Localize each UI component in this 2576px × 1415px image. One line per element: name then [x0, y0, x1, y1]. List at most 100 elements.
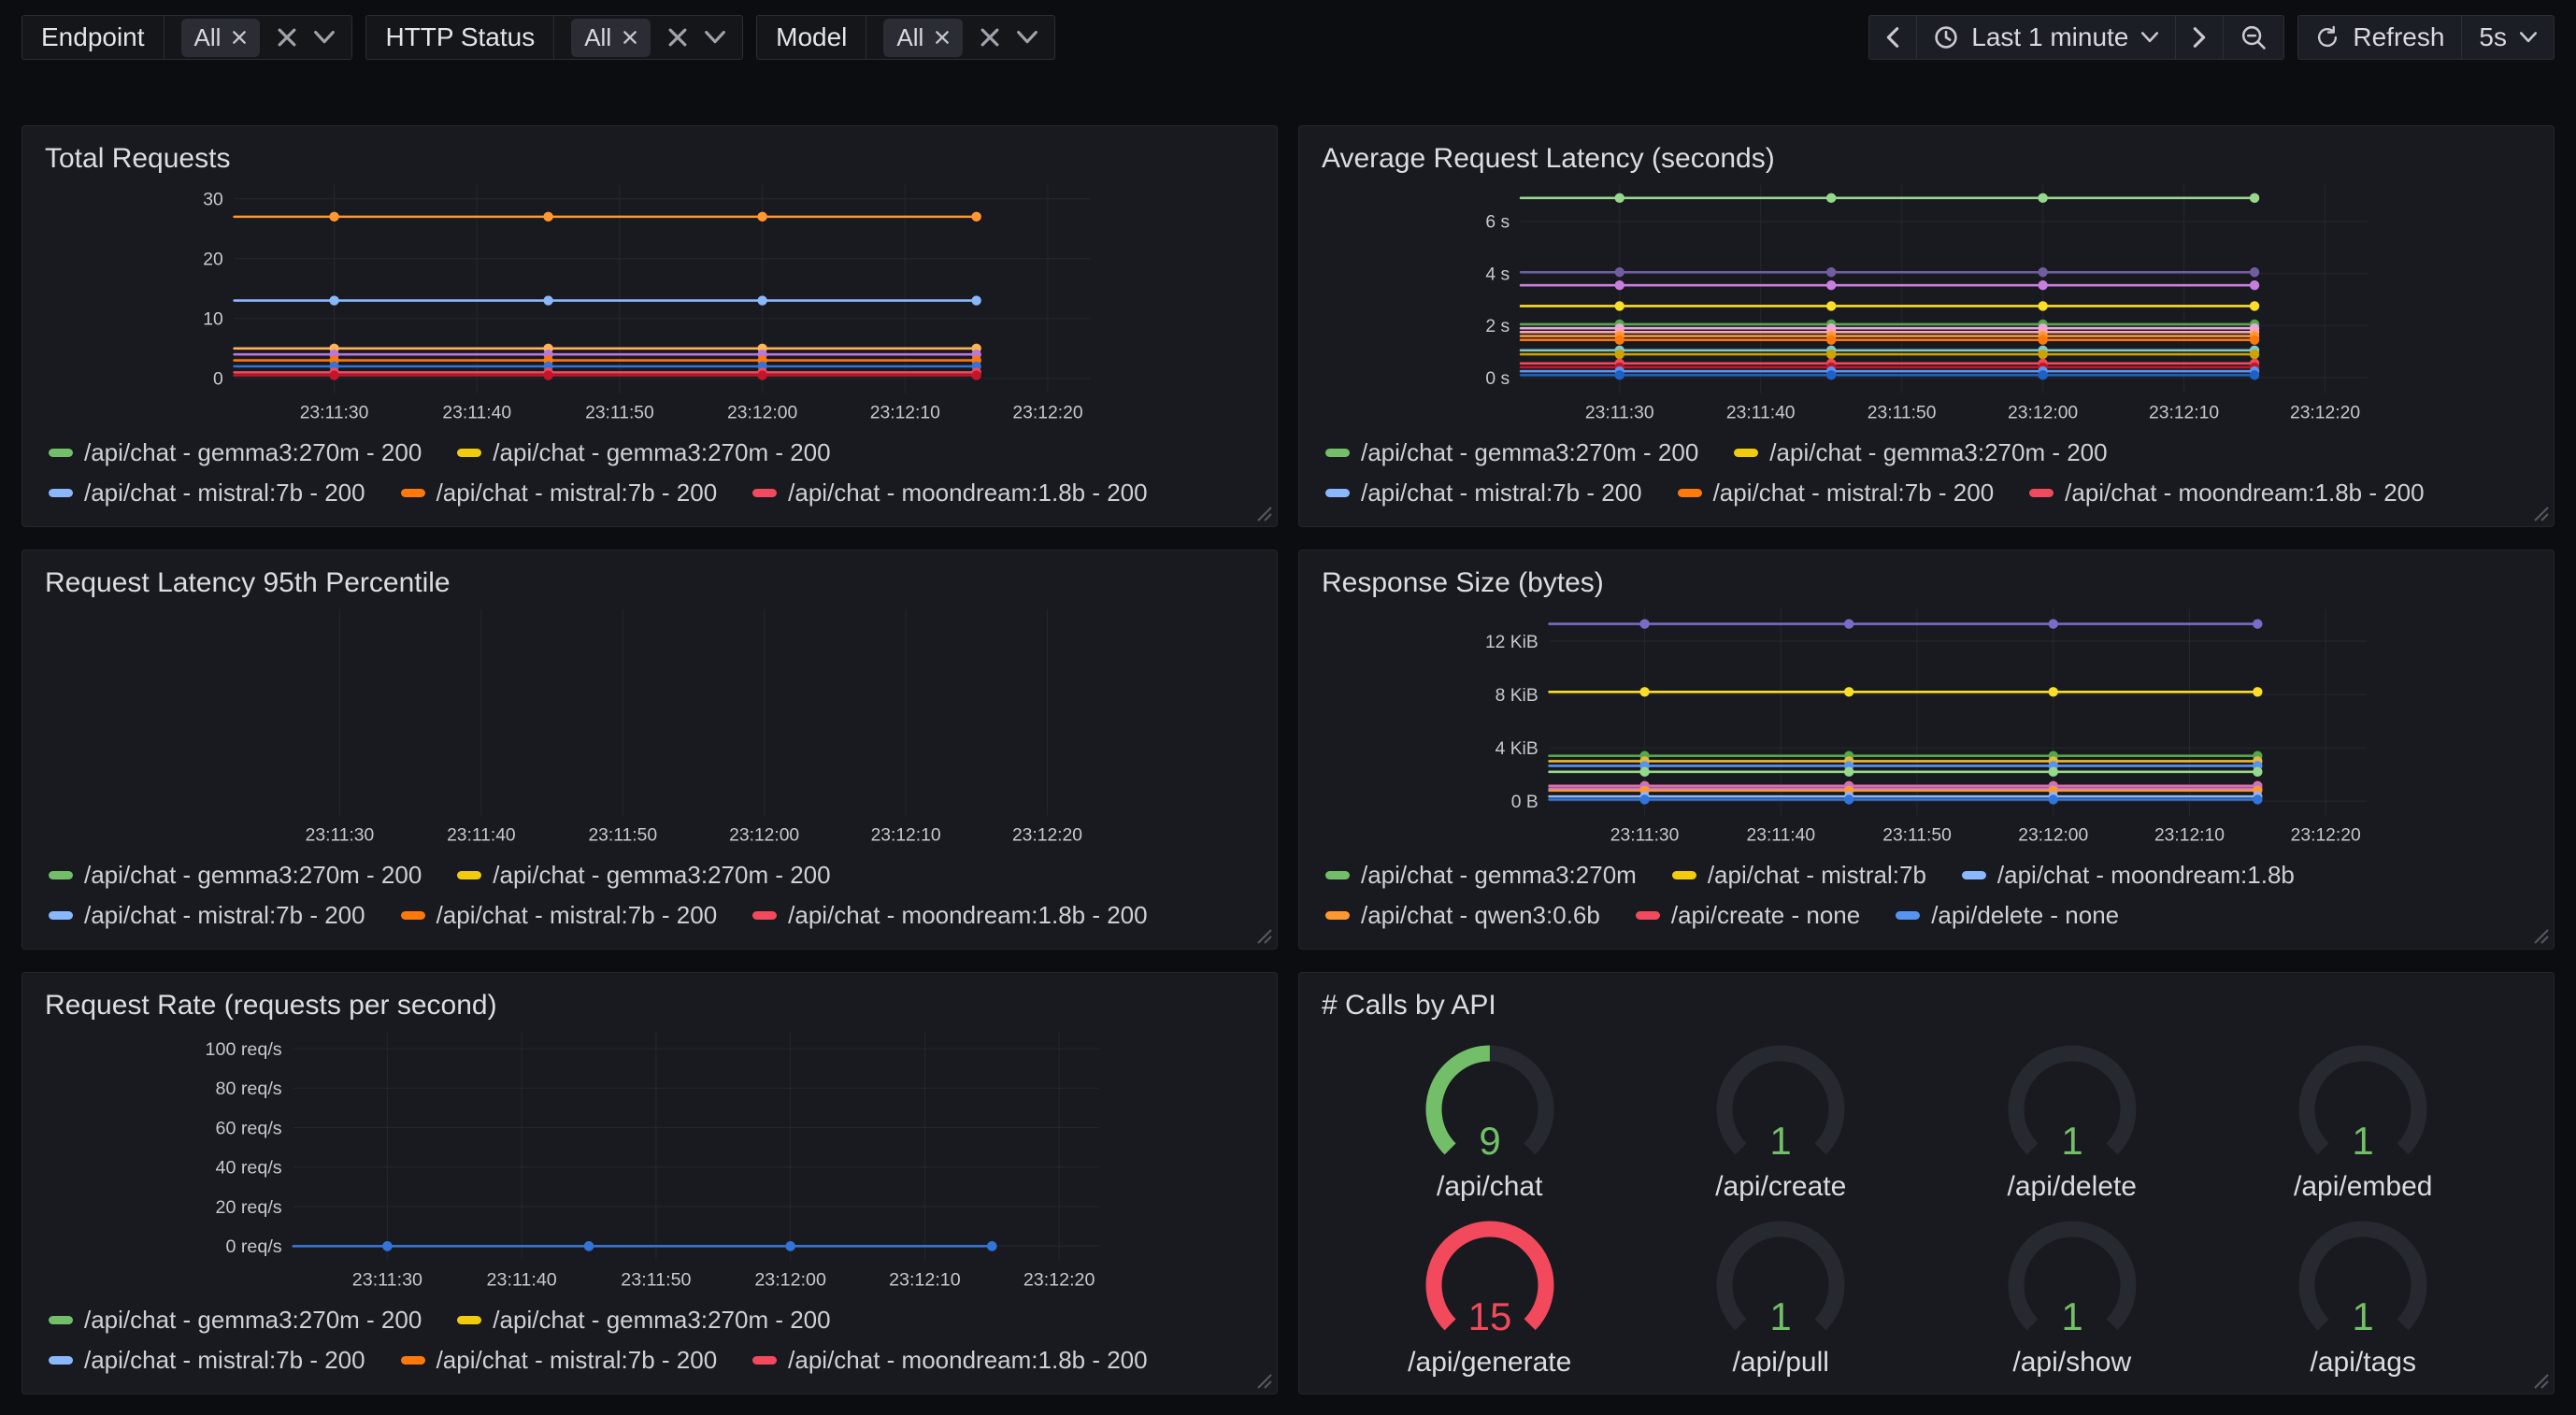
svg-text:23:11:50: 23:11:50	[1868, 404, 1937, 423]
panel-request-rate: Request Rate (requests per second) 23:11…	[21, 972, 1278, 1394]
panel-title[interactable]: # Calls by API	[1322, 990, 2537, 1022]
svg-text:9: 9	[1479, 1119, 1500, 1163]
chart-canvas[interactable]: 23:11:3023:11:4023:11:5023:12:0023:12:10…	[39, 601, 1260, 848]
legend-swatch	[457, 871, 481, 879]
refresh-group: Refresh 5s	[2297, 15, 2555, 60]
legend-item[interactable]: /api/chat - mistral:7b	[1672, 861, 1926, 890]
legend-item[interactable]: /api/chat - gemma3:270m - 200	[457, 1306, 830, 1335]
legend-row: /api/chat - mistral:7b - 200/api/chat - …	[1325, 479, 2537, 507]
legend-item[interactable]: /api/create - none	[1636, 901, 1860, 930]
filter-clear-icon[interactable]	[277, 27, 297, 48]
gauge-label: /api/delete	[2008, 1171, 2137, 1203]
panel-resize-handle[interactable]	[1257, 507, 1272, 522]
svg-text:23:12:20: 23:12:20	[2291, 826, 2361, 846]
panel-title[interactable]: Request Latency 95th Percentile	[45, 567, 1260, 599]
zoom-out-button[interactable]	[2223, 16, 2283, 59]
svg-text:23:12:10: 23:12:10	[2149, 404, 2219, 423]
legend-item[interactable]: /api/chat - moondream:1.8b - 200	[752, 479, 1147, 507]
legend-item[interactable]: /api/chat - moondream:1.8b - 200	[752, 901, 1147, 930]
legend-label: /api/chat - moondream:1.8b - 200	[2065, 479, 2424, 507]
legend-item[interactable]: /api/chat - mistral:7b - 200	[49, 1346, 365, 1375]
legend-item[interactable]: /api/chat - mistral:7b - 200	[401, 901, 718, 930]
time-forward-button[interactable]	[2175, 16, 2223, 59]
legend-item[interactable]: /api/chat - gemma3:270m - 200	[457, 438, 830, 467]
svg-text:23:11:30: 23:11:30	[300, 404, 369, 423]
svg-text:1: 1	[1770, 1119, 1792, 1163]
legend-row: /api/chat - mistral:7b - 200/api/chat - …	[49, 1346, 1260, 1375]
panel-resize-handle[interactable]	[1257, 1374, 1272, 1389]
time-range-picker[interactable]: Last 1 minute	[1916, 16, 2175, 59]
gauge-api-delete: 1/api/delete	[1973, 1027, 2171, 1203]
legend-label: /api/chat - gemma3:270m - 200	[1769, 438, 2107, 467]
legend-swatch	[752, 911, 777, 920]
filter-clear-icon[interactable]	[980, 27, 1000, 48]
legend-item[interactable]: /api/chat - moondream:1.8b	[1962, 861, 2295, 890]
legend-row: /api/chat - gemma3:270m/api/chat - mistr…	[1325, 861, 2537, 890]
legend-label: /api/create - none	[1671, 901, 1860, 930]
svg-text:23:12:10: 23:12:10	[2154, 826, 2225, 846]
chevron-down-icon[interactable]	[705, 31, 725, 44]
zoom-out-icon	[2240, 24, 2267, 50]
legend-item[interactable]: /api/chat - moondream:1.8b - 200	[2029, 479, 2424, 507]
chip-remove-icon[interactable]	[935, 30, 950, 45]
refresh-interval-dropdown[interactable]: 5s	[2461, 16, 2554, 59]
legend-label: /api/chat - moondream:1.8b - 200	[788, 901, 1147, 930]
panel-resize-handle[interactable]	[2534, 1374, 2549, 1389]
chart-canvas[interactable]: 23:11:3023:11:4023:11:5023:12:0023:12:10…	[39, 177, 1260, 425]
filter-http-status-chip[interactable]: All	[571, 19, 651, 57]
legend-item[interactable]: /api/chat - mistral:7b - 200	[1325, 479, 1642, 507]
legend-item[interactable]: /api/chat - gemma3:270m - 200	[1734, 438, 2107, 467]
gauge-arc: 1	[1682, 1203, 1880, 1345]
chart-canvas[interactable]: 23:11:3023:11:4023:11:5023:12:0023:12:10…	[1316, 177, 2537, 425]
legend-item[interactable]: /api/chat - gemma3:270m - 200	[1325, 438, 1698, 467]
panel-title[interactable]: Response Size (bytes)	[1322, 567, 2537, 599]
panel-resize-handle[interactable]	[2534, 507, 2549, 522]
legend-row: /api/chat - mistral:7b - 200/api/chat - …	[49, 901, 1260, 930]
filter-endpoint-chip[interactable]: All	[181, 19, 261, 57]
legend-item[interactable]: /api/chat - mistral:7b - 200	[1678, 479, 1995, 507]
panel-title[interactable]: Request Rate (requests per second)	[45, 990, 1260, 1022]
panel-title[interactable]: Average Request Latency (seconds)	[1322, 143, 2537, 175]
chart-canvas[interactable]: 23:11:3023:11:4023:11:5023:12:0023:12:10…	[1316, 601, 2537, 848]
svg-text:100 req/s: 100 req/s	[206, 1039, 282, 1060]
legend-swatch	[457, 449, 481, 457]
chart-canvas[interactable]: 23:11:3023:11:4023:11:5023:12:0023:12:10…	[39, 1023, 1260, 1293]
panel-resize-handle[interactable]	[1257, 929, 1272, 944]
filter-clear-icon[interactable]	[667, 27, 688, 48]
svg-text:0 req/s: 0 req/s	[225, 1236, 281, 1257]
legend-item[interactable]: /api/chat - gemma3:270m - 200	[49, 1306, 422, 1335]
time-back-button[interactable]	[1869, 16, 1916, 59]
legend-item[interactable]: /api/chat - mistral:7b - 200	[401, 479, 718, 507]
chart-legend: /api/chat - gemma3:270m - 200/api/chat -…	[39, 425, 1260, 517]
legend-item[interactable]: /api/chat - gemma3:270m - 200	[457, 861, 830, 890]
legend-label: /api/chat - gemma3:270m - 200	[84, 438, 422, 467]
svg-text:23:11:30: 23:11:30	[1610, 826, 1680, 846]
legend-row: /api/chat - mistral:7b - 200/api/chat - …	[49, 479, 1260, 507]
time-controls: Last 1 minute Refresh 5s	[1868, 15, 2555, 60]
refresh-button[interactable]: Refresh	[2298, 16, 2461, 59]
gauge-label: /api/tags	[2311, 1347, 2416, 1379]
chevron-down-icon[interactable]	[1017, 31, 1038, 44]
chip-remove-icon[interactable]	[232, 30, 247, 45]
panel-resize-handle[interactable]	[2534, 929, 2549, 944]
filter-model-chip[interactable]: All	[883, 19, 963, 57]
gauge-label: /api/chat	[1437, 1171, 1542, 1203]
legend-item[interactable]: /api/chat - mistral:7b - 200	[49, 901, 365, 930]
svg-text:23:12:00: 23:12:00	[754, 1269, 826, 1290]
legend-label: /api/chat - mistral:7b - 200	[84, 479, 365, 507]
legend-swatch	[752, 1356, 777, 1365]
chip-remove-icon[interactable]	[623, 30, 637, 45]
legend-item[interactable]: /api/chat - mistral:7b - 200	[49, 479, 365, 507]
gauge-label: /api/generate	[1408, 1347, 1571, 1379]
legend-item[interactable]: /api/chat - gemma3:270m	[1325, 861, 1637, 890]
chevron-down-icon[interactable]	[314, 31, 335, 44]
legend-item[interactable]: /api/chat - gemma3:270m - 200	[49, 438, 422, 467]
svg-text:23:11:30: 23:11:30	[352, 1269, 422, 1290]
legend-item[interactable]: /api/chat - gemma3:270m - 200	[49, 861, 422, 890]
legend-item[interactable]: /api/chat - mistral:7b - 200	[401, 1346, 718, 1375]
panel-title[interactable]: Total Requests	[45, 143, 1260, 175]
legend-item[interactable]: /api/delete - none	[1896, 901, 2119, 930]
legend-label: /api/chat - moondream:1.8b	[1997, 861, 2295, 890]
legend-item[interactable]: /api/chat - moondream:1.8b - 200	[752, 1346, 1147, 1375]
legend-item[interactable]: /api/chat - qwen3:0.6b	[1325, 901, 1600, 930]
